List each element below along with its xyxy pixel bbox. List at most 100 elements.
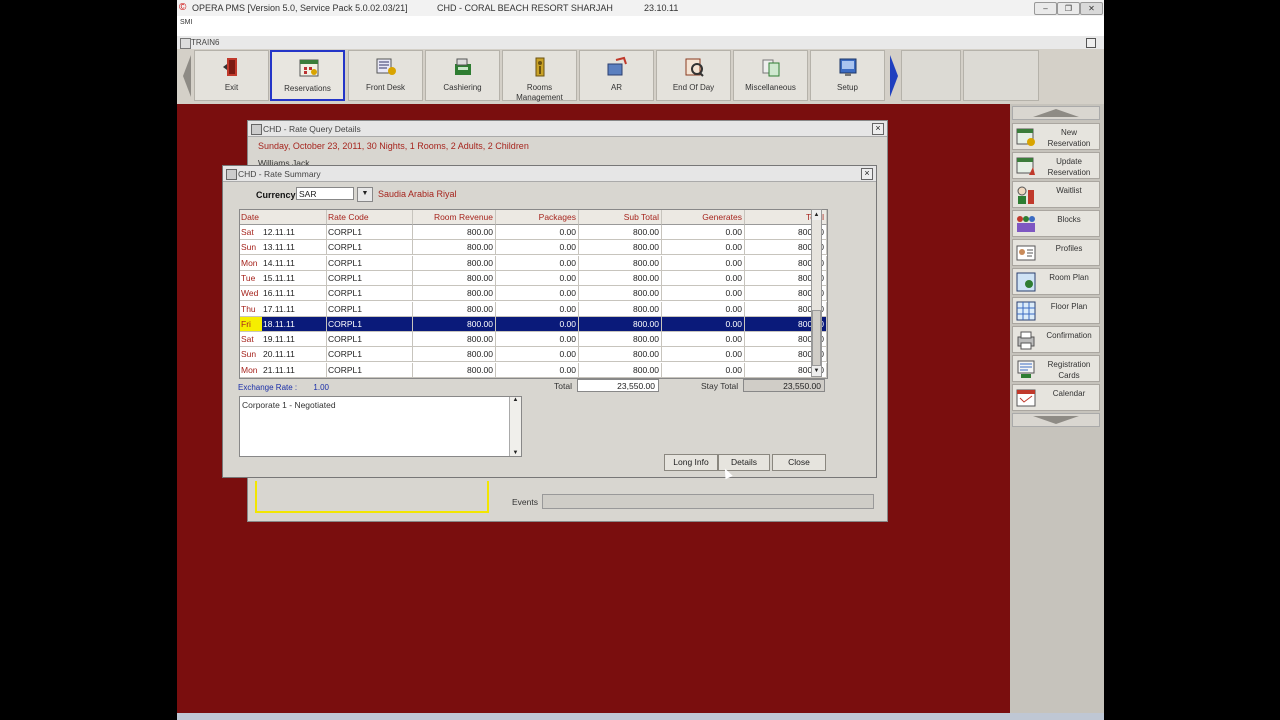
cell-date: 13.11.11 xyxy=(262,240,327,256)
sidebar-item-new-reservation[interactable]: New Reservation xyxy=(1012,123,1100,150)
column-header-sub-total[interactable]: Sub Total xyxy=(579,210,662,225)
toolbar-rooms-management-button[interactable]: Rooms Management xyxy=(502,50,577,102)
dropdown-icon[interactable]: ▼ xyxy=(357,187,373,202)
table-row[interactable]: Sat12.11.11CORPL1800.000.00800.000.00800… xyxy=(240,225,827,240)
window-close-button[interactable]: ✕ xyxy=(1080,2,1103,15)
sidebar-item-label: New Reservation xyxy=(1047,128,1091,148)
dialog-title: CHD - Rate Query Details xyxy=(263,124,361,134)
cell-code: CORPL1 xyxy=(327,225,413,240)
opera-app-window: © OPERA PMS [Version 5.0, Service Pack 5… xyxy=(177,0,1104,720)
currency-select[interactable]: SAR xyxy=(296,187,354,200)
table-row[interactable]: Fri18.11.11CORPL1800.000.00800.000.00800… xyxy=(240,316,827,332)
cell-pkg: 0.00 xyxy=(496,225,579,240)
close-icon[interactable]: × xyxy=(872,123,884,135)
status-row: SMI xyxy=(177,16,1104,36)
cell-pkg: 0.00 xyxy=(496,286,579,302)
day-cell: Sun xyxy=(240,240,262,256)
grid-scrollbar[interactable]: ▲ ▼ xyxy=(811,209,822,377)
column-header-packages[interactable]: Packages xyxy=(496,210,579,225)
cell-pkg: 0.00 xyxy=(496,316,579,332)
sidebar-item-calendar[interactable]: Calendar xyxy=(1012,384,1100,411)
maximize-button[interactable]: ❐ xyxy=(1057,2,1080,15)
room-key-icon xyxy=(535,57,545,77)
toolbar-front-desk-button[interactable]: Front Desk xyxy=(348,50,423,101)
table-row[interactable]: Thu17.11.11CORPL1800.000.00800.000.00800… xyxy=(240,301,827,317)
toolbar-label: AR xyxy=(610,83,623,92)
column-header-room-revenue[interactable]: Room Revenue xyxy=(413,210,496,225)
cell-date: 20.11.11 xyxy=(262,347,327,363)
sidebar-item-blocks[interactable]: Blocks xyxy=(1012,210,1100,237)
column-header-date[interactable]: Date xyxy=(240,210,327,225)
highlight-box xyxy=(255,481,489,513)
toolbar-scroll-left-button[interactable] xyxy=(181,51,193,101)
cell-gen: 0.00 xyxy=(662,270,745,286)
sidebar-scroll-down-button[interactable] xyxy=(1012,413,1100,427)
toolbar-setup-button[interactable]: Setup xyxy=(810,50,885,101)
grid-header-row: Date Rate Code Room Revenue Packages Sub… xyxy=(240,210,827,225)
scroll-up-icon[interactable]: ▲ xyxy=(812,210,821,220)
column-header-rate-code[interactable]: Rate Code xyxy=(327,210,413,225)
toolbar-miscellaneous-button[interactable]: Miscellaneous xyxy=(733,50,808,101)
cell-date: 18.11.11 xyxy=(262,316,327,332)
sidebar-item-label: Confirmation xyxy=(1046,331,1092,340)
sidebar-item-waitlist[interactable]: Waitlist xyxy=(1012,181,1100,208)
toolbar-cashiering-button[interactable]: Cashiering xyxy=(425,50,500,101)
sidebar-item-label: Waitlist xyxy=(1056,186,1082,195)
table-row[interactable]: Wed16.11.11CORPL1800.000.00800.000.00800… xyxy=(240,286,827,302)
exit-door-icon xyxy=(223,58,237,76)
cell-gen: 0.00 xyxy=(662,332,745,348)
toolbar-label: Reservations xyxy=(284,84,331,93)
sidebar-item-floor-plan[interactable]: Floor Plan xyxy=(1012,297,1100,324)
table-row[interactable]: Sun20.11.11CORPL1800.000.00800.000.00800… xyxy=(240,347,827,363)
sidebar-item-profiles[interactable]: Profiles xyxy=(1012,239,1100,266)
sidebar-item-label: Floor Plan xyxy=(1050,302,1088,311)
table-row[interactable]: Sat19.11.11CORPL1800.000.00800.000.00800… xyxy=(240,332,827,348)
toolbar-scroll-right-button[interactable] xyxy=(888,51,900,101)
accounts-receivable-icon xyxy=(607,56,627,76)
app-title: OPERA PMS [Version 5.0, Service Pack 5.0… xyxy=(192,3,408,13)
toolbar-exit-button[interactable]: Exit xyxy=(194,50,269,101)
property-title: CHD - CORAL BEACH RESORT SHARJAH xyxy=(437,3,613,13)
exchange-rate-value: 1.00 xyxy=(313,383,329,392)
minimize-button[interactable]: – xyxy=(1034,2,1057,15)
day-cell: Thu xyxy=(240,302,262,317)
table-row[interactable]: Mon14.11.11CORPL1800.000.00800.000.00800… xyxy=(240,255,827,271)
day-cell: Sat xyxy=(240,332,262,348)
close-button[interactable]: Close xyxy=(772,454,826,471)
restore-icon[interactable] xyxy=(1086,38,1096,48)
scroll-down-icon[interactable]: ▼ xyxy=(510,450,521,456)
cell-date: 15.11.11 xyxy=(262,270,327,286)
cell-sub: 800.00 xyxy=(579,286,662,302)
rate-description-box[interactable]: Corporate 1 - Negotiated ▲ ▼ xyxy=(239,396,522,457)
cell-gen: 0.00 xyxy=(662,225,745,240)
sidebar-item-update-reservation[interactable]: Update Reservation xyxy=(1012,152,1100,179)
long-info-button[interactable]: Long Info xyxy=(664,454,718,471)
main-toolbar: Exit Reservations Front Desk Cashiering … xyxy=(177,49,1104,104)
close-icon[interactable]: × xyxy=(861,168,873,180)
table-row[interactable]: Tue15.11.11CORPL1800.000.00800.000.00800… xyxy=(240,270,827,286)
sidebar-item-registration-cards[interactable]: Registration Cards xyxy=(1012,355,1100,382)
rate-summary-dialog: CHD - Rate Summary × Currency SAR ▼ Saud… xyxy=(222,165,877,480)
table-row[interactable]: Sun13.11.11CORPL1800.000.00800.000.00800… xyxy=(240,240,827,256)
scroll-up-icon[interactable]: ▲ xyxy=(510,397,521,403)
memo-scrollbar[interactable]: ▲ ▼ xyxy=(509,397,521,456)
toolbar-label: End Of Day xyxy=(672,83,715,92)
toolbar-empty-slot xyxy=(901,50,961,101)
column-header-generates[interactable]: Generates xyxy=(662,210,745,225)
sidebar-item-confirmation[interactable]: Confirmation xyxy=(1012,326,1100,353)
table-row[interactable]: Mon21.11.11CORPL1800.000.00800.000.00800… xyxy=(240,362,827,378)
blocks-group-icon xyxy=(1017,216,1035,232)
title-bar: © OPERA PMS [Version 5.0, Service Pack 5… xyxy=(177,0,1104,17)
toolbar-end-of-day-button[interactable]: End Of Day xyxy=(656,50,731,101)
cell-sub: 800.00 xyxy=(579,270,662,286)
toolbar-reservations-button[interactable]: Reservations xyxy=(270,50,345,101)
events-field[interactable] xyxy=(542,494,874,509)
scroll-thumb[interactable] xyxy=(812,310,821,366)
toolbar-ar-button[interactable]: AR xyxy=(579,50,654,101)
day-cell: Mon xyxy=(240,256,262,271)
sidebar-item-room-plan[interactable]: Room Plan xyxy=(1012,268,1100,295)
room-plan-icon xyxy=(1016,272,1036,292)
scroll-down-icon[interactable]: ▼ xyxy=(812,366,821,376)
update-reservation-icon xyxy=(1016,157,1035,175)
sidebar-scroll-up-button[interactable] xyxy=(1012,106,1100,120)
